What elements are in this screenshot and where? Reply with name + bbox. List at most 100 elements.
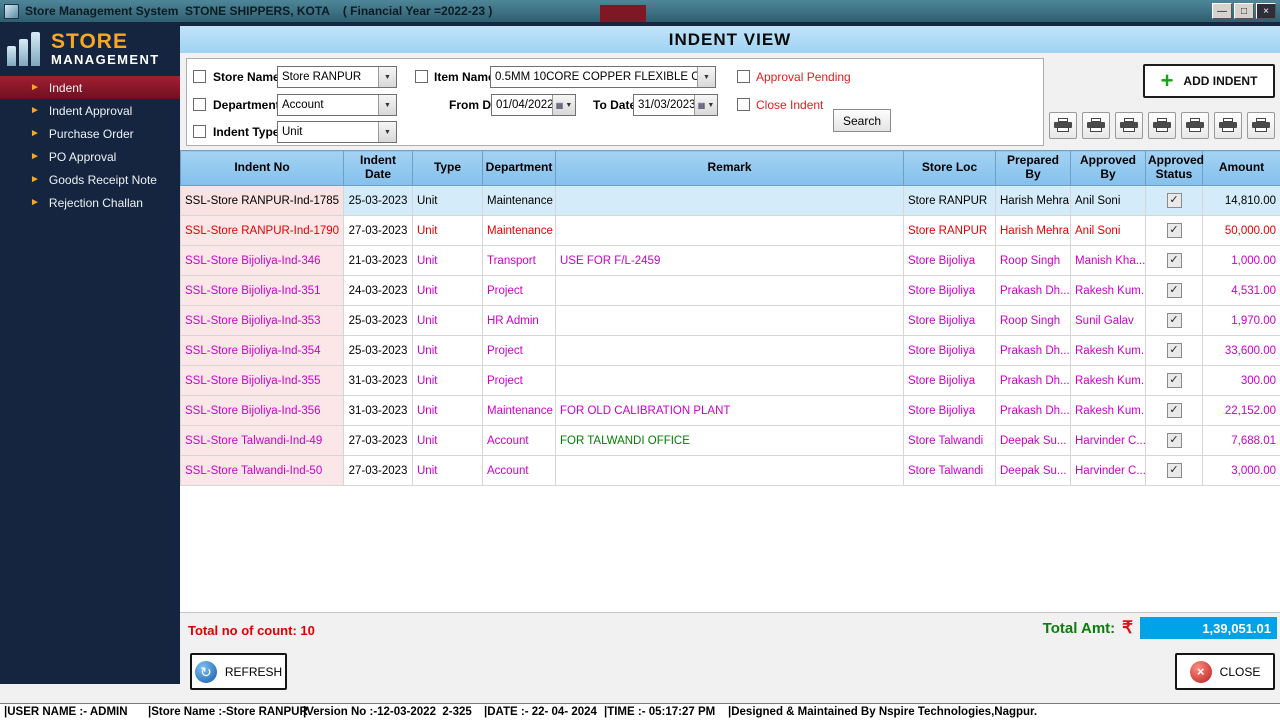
cell-prepared-by: Deepak Su... xyxy=(996,456,1071,486)
table-row[interactable]: SSL-Store Bijoliya-Ind-35631-03-2023Unit… xyxy=(181,396,1280,426)
close-indent-checkbox[interactable] xyxy=(737,98,750,111)
approved-checkbox[interactable]: ✓ xyxy=(1167,373,1182,388)
search-button[interactable]: Search xyxy=(833,109,891,132)
indent-table-body: SSL-Store RANPUR-Ind-178525-03-2023UnitM… xyxy=(181,186,1280,486)
col-header-approved-status[interactable]: Approved Status xyxy=(1146,151,1203,186)
store-name-select[interactable]: Store RANPUR xyxy=(277,66,397,88)
col-header-type[interactable]: Type xyxy=(413,151,483,186)
print-button-2[interactable] xyxy=(1082,112,1110,139)
table-row[interactable]: SSL-Store Bijoliya-Ind-35124-03-2023Unit… xyxy=(181,276,1280,306)
calendar-dropdown-icon[interactable] xyxy=(552,95,575,115)
store-name-checkbox[interactable] xyxy=(193,70,206,83)
to-date-picker[interactable]: 31/03/2023 xyxy=(633,94,718,116)
table-row[interactable]: SSL-Store Talwandi-Ind-4927-03-2023UnitA… xyxy=(181,426,1280,456)
sidebar-item-indent-approval[interactable]: ►Indent Approval xyxy=(0,99,180,122)
table-row[interactable]: SSL-Store Talwandi-Ind-5027-03-2023UnitA… xyxy=(181,456,1280,486)
approved-checkbox[interactable]: ✓ xyxy=(1167,253,1182,268)
cell-indent-no: SSL-Store Bijoliya-Ind-346 xyxy=(181,246,344,276)
printer-icon xyxy=(1054,118,1072,133)
cell-indent-no: SSL-Store RANPUR-Ind-1785 xyxy=(181,186,344,216)
cell-remark xyxy=(556,186,904,216)
col-header-indent-no[interactable]: Indent No xyxy=(181,151,344,186)
chevron-down-icon[interactable] xyxy=(378,95,396,115)
sidebar-item-po-approval[interactable]: ►PO Approval xyxy=(0,145,180,168)
indent-type-select[interactable]: Unit xyxy=(277,121,397,143)
table-row[interactable]: SSL-Store Bijoliya-Ind-34621-03-2023Unit… xyxy=(181,246,1280,276)
window-titlebar[interactable]: Store Management System STONE SHIPPERS, … xyxy=(0,0,1280,22)
add-indent-button[interactable]: ADD INDENT xyxy=(1143,64,1275,98)
chevron-down-icon[interactable] xyxy=(697,67,715,87)
col-header-approved-by[interactable]: Approved By xyxy=(1071,151,1146,186)
add-indent-label: ADD INDENT xyxy=(1183,74,1257,88)
approved-checkbox[interactable]: ✓ xyxy=(1167,283,1182,298)
page-title: INDENT VIEW xyxy=(180,26,1280,53)
col-header-prepared-by[interactable]: Prepared By xyxy=(996,151,1071,186)
approved-checkbox[interactable]: ✓ xyxy=(1167,463,1182,478)
from-date-picker[interactable]: 01/04/2022 xyxy=(491,94,576,116)
sidebar-item-rejection-challan[interactable]: ►Rejection Challan xyxy=(0,191,180,214)
cell-prepared-by: Harish Mehra xyxy=(996,186,1071,216)
approved-checkbox[interactable]: ✓ xyxy=(1167,343,1182,358)
calendar-dropdown-icon[interactable] xyxy=(694,95,717,115)
department-checkbox[interactable] xyxy=(193,98,206,111)
table-row[interactable]: SSL-Store RANPUR-Ind-178525-03-2023UnitM… xyxy=(181,186,1280,216)
department-select[interactable]: Account xyxy=(277,94,397,116)
print-button-3[interactable] xyxy=(1115,112,1143,139)
item-name-checkbox[interactable] xyxy=(415,70,428,83)
col-header-remark[interactable]: Remark xyxy=(556,151,904,186)
logo-subtitle: MANAGEMENT xyxy=(51,52,160,67)
col-header-store-loc[interactable]: Store Loc xyxy=(904,151,996,186)
col-header-indent-date[interactable]: Indent Date xyxy=(344,151,413,186)
print-button-7[interactable] xyxy=(1247,112,1275,139)
table-row[interactable]: SSL-Store RANPUR-Ind-179027-03-2023UnitM… xyxy=(181,216,1280,246)
close-button[interactable]: CLOSE xyxy=(1175,653,1275,690)
chevron-down-icon[interactable] xyxy=(378,67,396,87)
sidebar-item-goods-receipt-note[interactable]: ►Goods Receipt Note xyxy=(0,168,180,191)
status-version: |Version No :-12-03-2022 2-325 xyxy=(303,706,472,718)
refresh-label: REFRESH xyxy=(225,665,282,679)
approved-checkbox[interactable]: ✓ xyxy=(1167,403,1182,418)
cell-approved-by: Rakesh Kum... xyxy=(1071,336,1146,366)
cell-indent-no: SSL-Store Bijoliya-Ind-354 xyxy=(181,336,344,366)
cell-prepared-by: Harish Mehra xyxy=(996,216,1071,246)
cell-approved-status: ✓ xyxy=(1146,456,1203,486)
cell-approved-by: Rakesh Kum... xyxy=(1071,396,1146,426)
cell-store-loc: Store RANPUR xyxy=(904,186,996,216)
item-name-select[interactable]: 0.5MM 10CORE COPPER FLEXIBLE CA xyxy=(490,66,716,88)
print-button-6[interactable] xyxy=(1214,112,1242,139)
sidebar-item-purchase-order[interactable]: ►Purchase Order xyxy=(0,122,180,145)
col-header-department[interactable]: Department xyxy=(483,151,556,186)
indent-type-checkbox[interactable] xyxy=(193,125,206,138)
cell-department: Account xyxy=(483,456,556,486)
approved-checkbox[interactable]: ✓ xyxy=(1167,313,1182,328)
status-designed-by: |Designed & Maintained By Nspire Technol… xyxy=(728,706,1037,718)
refresh-button[interactable]: REFRESH xyxy=(190,653,287,690)
print-buttons xyxy=(1049,112,1275,139)
cell-approved-by: Harvinder C... xyxy=(1071,426,1146,456)
cell-amount: 3,000.00 xyxy=(1203,456,1280,486)
col-header-amount[interactable]: Amount xyxy=(1203,151,1280,186)
department-label: Department xyxy=(213,98,280,112)
total-amount-label: Total Amt: xyxy=(1043,620,1116,637)
table-row[interactable]: SSL-Store Bijoliya-Ind-35325-03-2023Unit… xyxy=(181,306,1280,336)
chevron-down-icon[interactable] xyxy=(378,122,396,142)
cell-approved-status: ✓ xyxy=(1146,246,1203,276)
approved-checkbox[interactable]: ✓ xyxy=(1167,433,1182,448)
print-button-1[interactable] xyxy=(1049,112,1077,139)
print-button-4[interactable] xyxy=(1148,112,1176,139)
approved-checkbox[interactable]: ✓ xyxy=(1167,193,1182,208)
restore-button[interactable]: □ xyxy=(1234,3,1254,19)
arrow-icon: ► xyxy=(30,151,40,162)
approved-checkbox[interactable]: ✓ xyxy=(1167,223,1182,238)
close-window-button[interactable]: × xyxy=(1256,3,1276,19)
sidebar-menu: ≡MASTER¤PURCHASE►Indent►Indent Approval►… xyxy=(0,76,180,214)
cell-indent-no: SSL-Store Bijoliya-Ind-355 xyxy=(181,366,344,396)
table-row[interactable]: SSL-Store Bijoliya-Ind-35425-03-2023Unit… xyxy=(181,336,1280,366)
table-row[interactable]: SSL-Store Bijoliya-Ind-35531-03-2023Unit… xyxy=(181,366,1280,396)
cell-store-loc: Store Talwandi xyxy=(904,426,996,456)
minimize-button[interactable]: — xyxy=(1212,3,1232,19)
sidebar-item-indent[interactable]: ►Indent xyxy=(0,76,180,99)
approval-pending-checkbox[interactable] xyxy=(737,70,750,83)
plus-icon xyxy=(1161,72,1174,90)
print-button-5[interactable] xyxy=(1181,112,1209,139)
